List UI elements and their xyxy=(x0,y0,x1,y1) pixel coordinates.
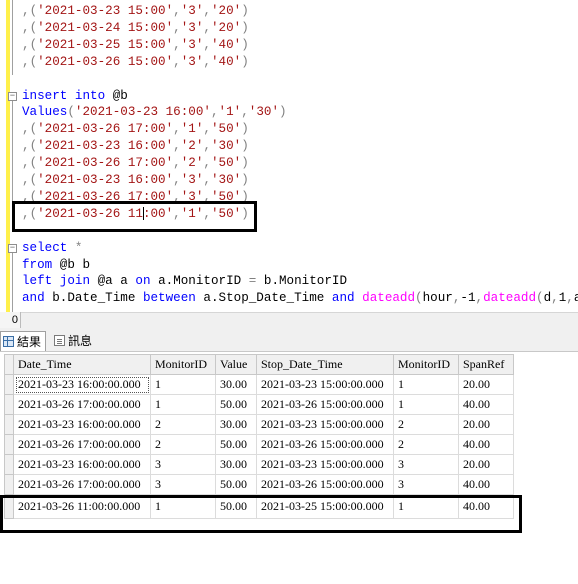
messages-icon xyxy=(54,335,65,346)
table-row[interactable]: 2021-03-26 17:00:00.000 1 50.00 2021-03-26 … xyxy=(4,394,514,415)
table-cell[interactable]: 2021-03-23 15:00:00.000 xyxy=(256,454,394,475)
column-header[interactable]: MonitorID xyxy=(393,354,459,375)
table-row[interactable]: 2021-03-26 11:00:00.000 1 50.00 2021-03-25 … xyxy=(4,494,514,519)
table-row[interactable]: 2021-03-23 16:00:00.000 3 30.00 2021-03-23 … xyxy=(4,454,514,475)
row-header[interactable] xyxy=(4,434,14,455)
table-cell[interactable]: 40.00 xyxy=(458,494,514,519)
table-cell[interactable]: 2021-03-23 16:00:00.000 xyxy=(13,454,151,475)
table-cell[interactable]: 2 xyxy=(393,414,459,435)
code-line[interactable]: insert into @b xyxy=(22,88,128,105)
text-cursor xyxy=(142,206,144,220)
column-header[interactable]: Value xyxy=(215,354,257,375)
table-row[interactable]: 2021-03-26 17:00:00.000 3 50.00 2021-03-26 … xyxy=(4,474,514,495)
row-header[interactable] xyxy=(4,494,14,519)
tab-results[interactable]: 結果 xyxy=(0,331,46,351)
header-row: Date_Time MonitorID Value Stop_Date_Time… xyxy=(4,354,514,375)
table-cell[interactable]: 1 xyxy=(150,494,216,519)
table-cell[interactable]: 30.00 xyxy=(215,414,257,435)
code-line[interactable]: from @b b xyxy=(22,257,90,274)
table-cell[interactable]: 3 xyxy=(393,454,459,475)
row-header[interactable] xyxy=(4,414,14,435)
table-cell[interactable]: 40.00 xyxy=(458,474,514,495)
code-line[interactable]: ,('2021-03-24 15:00','3','20') xyxy=(22,20,249,37)
table-cell[interactable]: 2021-03-23 16:00:00.000 xyxy=(13,414,151,435)
code-line[interactable]: left join @a a on a.MonitorID = b.Monito… xyxy=(22,273,347,290)
table-cell[interactable]: 3 xyxy=(150,474,216,495)
table-cell[interactable]: 2 xyxy=(150,414,216,435)
code-line[interactable]: ,('2021-03-26 15:00','3','40') xyxy=(22,54,249,71)
code-line[interactable]: ,('2021-03-26 17:00','1','50') xyxy=(22,121,249,138)
table-cell[interactable]: 2021-03-26 17:00:00.000 xyxy=(13,474,151,495)
corner-cell[interactable] xyxy=(4,354,14,375)
grid-icon xyxy=(3,336,14,347)
table-cell[interactable]: 1 xyxy=(393,374,459,395)
code-line[interactable]: ,('2021-03-23 16:00','2','30') xyxy=(22,138,249,155)
tab-messages[interactable]: 訊息 xyxy=(52,331,100,351)
row-header[interactable] xyxy=(4,474,14,495)
column-header[interactable]: MonitorID xyxy=(150,354,216,375)
column-header[interactable]: Date_Time xyxy=(13,354,151,375)
change-tracking-bar xyxy=(6,0,10,312)
editor-horizontal-scrollbar[interactable] xyxy=(0,312,578,329)
collapse-select-icon[interactable]: − xyxy=(8,244,17,253)
results-tabstrip: 結果 訊息 xyxy=(0,329,578,352)
code-line[interactable]: ,('2021-03-26 17:00','2','50') xyxy=(22,155,249,172)
table-cell[interactable]: 2 xyxy=(150,434,216,455)
table-row[interactable]: 2021-03-23 16:00:00.000 2 30.00 2021-03-23 … xyxy=(4,414,514,435)
row-header[interactable] xyxy=(4,374,14,395)
column-header[interactable]: Stop_Date_Time xyxy=(256,354,394,375)
code-line[interactable]: ,('2021-03-26 11:00','1','50') xyxy=(22,206,249,223)
column-header[interactable]: SpanRef xyxy=(458,354,514,375)
table-cell[interactable]: 20.00 xyxy=(458,374,514,395)
table-cell[interactable]: 2021-03-23 15:00:00.000 xyxy=(256,374,394,395)
table-cell[interactable]: 1 xyxy=(150,394,216,415)
table-row[interactable]: 2021-03-23 16:00:00.000 1 30.00 2021-03-23 … xyxy=(4,374,514,395)
table-cell[interactable]: 30.00 xyxy=(215,454,257,475)
table-cell[interactable]: 2021-03-26 15:00:00.000 xyxy=(256,394,394,415)
code-line[interactable]: ,('2021-03-26 17:00','3','50') xyxy=(22,189,249,206)
results-table: Date_Time MonitorID Value Stop_Date_Time… xyxy=(4,354,514,519)
table-cell[interactable]: 2021-03-23 15:00:00.000 xyxy=(256,414,394,435)
table-cell[interactable]: 2021-03-25 15:00:00.000 xyxy=(256,494,394,519)
row-header[interactable] xyxy=(4,454,14,475)
table-cell[interactable]: 50.00 xyxy=(215,494,257,519)
row-header[interactable] xyxy=(4,394,14,415)
table-cell[interactable]: 50.00 xyxy=(215,394,257,415)
table-cell[interactable]: 2021-03-26 11:00:00.000 xyxy=(13,494,151,519)
table-cell[interactable]: 40.00 xyxy=(458,394,514,415)
table-cell[interactable]: 2021-03-26 17:00:00.000 xyxy=(13,434,151,455)
table-cell[interactable]: 20.00 xyxy=(458,454,514,475)
table-cell[interactable]: 50.00 xyxy=(215,434,257,455)
table-cell[interactable]: 3 xyxy=(393,474,459,495)
code-line[interactable]: select * xyxy=(22,240,82,257)
outline-guide xyxy=(12,0,13,75)
code-line[interactable]: Values('2021-03-23 16:00','1','30') xyxy=(22,104,287,121)
table-cell[interactable]: 50.00 xyxy=(215,474,257,495)
zoom-level[interactable]: 0 % xyxy=(0,312,21,342)
tab-messages-label: 訊息 xyxy=(68,334,93,348)
outline-guide xyxy=(12,253,13,312)
outline-guide xyxy=(12,101,13,226)
table-cell[interactable]: 1 xyxy=(150,374,216,395)
table-cell[interactable]: 20.00 xyxy=(458,414,514,435)
table-cell[interactable]: 3 xyxy=(150,454,216,475)
results-grid[interactable]: Date_Time MonitorID Value Stop_Date_Time… xyxy=(0,352,578,584)
table-cell[interactable]: 30.00 xyxy=(215,374,257,395)
table-cell[interactable]: 2021-03-26 17:00:00.000 xyxy=(13,394,151,415)
collapse-insert-icon[interactable]: − xyxy=(8,92,17,101)
code-line[interactable]: and b.Date_Time between a.Stop_Date_Time… xyxy=(22,290,578,307)
tab-results-label: 結果 xyxy=(17,335,42,349)
table-cell[interactable]: 2021-03-26 15:00:00.000 xyxy=(256,474,394,495)
table-cell[interactable]: 1 xyxy=(393,394,459,415)
sql-editor[interactable]: − − ,('2021-03-23 15:00','3','20') ,('202… xyxy=(0,0,578,312)
table-cell[interactable]: 2021-03-23 16:00:00.000 xyxy=(13,374,151,395)
table-cell[interactable]: 2 xyxy=(393,434,459,455)
table-cell[interactable]: 40.00 xyxy=(458,434,514,455)
table-row[interactable]: 2021-03-26 17:00:00.000 2 50.00 2021-03-26 … xyxy=(4,434,514,455)
code-line[interactable]: ,('2021-03-25 15:00','3','40') xyxy=(22,37,249,54)
table-cell[interactable]: 2021-03-26 15:00:00.000 xyxy=(256,434,394,455)
code-line[interactable]: ,('2021-03-23 16:00','3','30') xyxy=(22,172,249,189)
table-cell[interactable]: 1 xyxy=(393,494,459,519)
code-line[interactable]: ,('2021-03-23 15:00','3','20') xyxy=(22,3,249,20)
